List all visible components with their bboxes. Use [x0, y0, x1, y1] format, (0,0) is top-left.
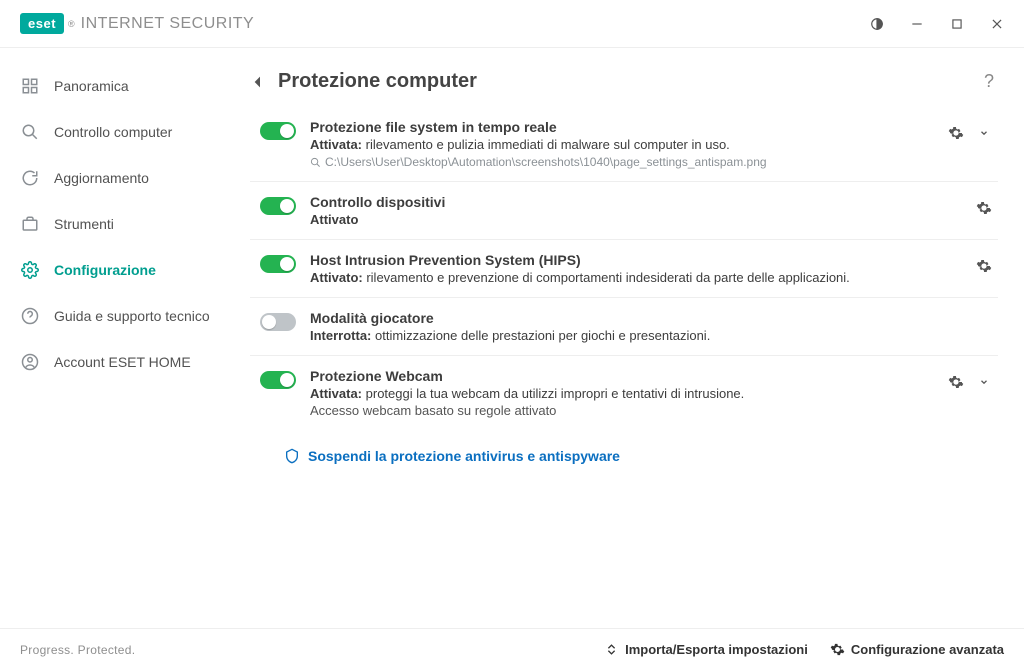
brand-badge: eset [20, 13, 64, 34]
overview-icon [20, 76, 40, 96]
setting-status: Attivata: proteggi la tua webcam da util… [310, 386, 930, 401]
footer: Progress. Protected. Importa/Esporta imp… [0, 628, 1024, 670]
sidebar: Panoramica Controllo computer Aggiorname… [0, 48, 240, 628]
setting-status: Attivata: rilevamento e pulizia immediat… [310, 137, 930, 152]
advanced-setup-label: Configurazione avanzata [851, 642, 1004, 657]
gear-icon [830, 642, 845, 657]
toggle-realtime-protection[interactable] [260, 122, 296, 140]
context-help-button[interactable]: ? [980, 71, 998, 92]
briefcase-icon [20, 214, 40, 234]
sidebar-item-label: Account ESET HOME [54, 354, 191, 371]
setting-title: Protezione file system in tempo reale [310, 119, 930, 135]
setting-title: Host Intrusion Prevention System (HIPS) [310, 252, 958, 268]
sidebar-item-label: Controllo computer [54, 124, 172, 141]
close-button[interactable] [988, 15, 1006, 33]
toggle-device-control[interactable] [260, 197, 296, 215]
contrast-icon[interactable] [868, 15, 886, 33]
sidebar-item-update[interactable]: Aggiornamento [8, 158, 232, 198]
minimize-button[interactable] [908, 15, 926, 33]
settings-gear-button[interactable] [944, 370, 968, 394]
refresh-icon [20, 168, 40, 188]
registered-mark: ® [68, 19, 75, 29]
sidebar-item-label: Aggiornamento [54, 170, 149, 187]
sidebar-item-overview[interactable]: Panoramica [8, 66, 232, 106]
setting-status: Attivato: rilevamento e prevenzione di c… [310, 270, 958, 285]
setting-title: Modalità giocatore [310, 310, 982, 326]
setting-subtext: Accesso webcam basato su regole attivato [310, 403, 930, 418]
window-controls [868, 15, 1012, 33]
suspend-protection-link[interactable]: Sospendi la protezione antivirus e antis… [250, 430, 998, 464]
toggle-webcam-protection[interactable] [260, 371, 296, 389]
shield-icon [284, 448, 300, 464]
setting-status: Interrotta: ottimizzazione delle prestaz… [310, 328, 982, 343]
sidebar-item-tools[interactable]: Strumenti [8, 204, 232, 244]
sidebar-item-label: Guida e supporto tecnico [54, 308, 210, 325]
settings-gear-button[interactable] [972, 196, 996, 220]
main-content: Protezione computer ? Protezione file sy… [240, 48, 1024, 628]
chevron-down-icon[interactable] [972, 370, 996, 394]
sidebar-item-setup[interactable]: Configurazione [8, 250, 232, 290]
setting-status: Attivato [310, 212, 958, 227]
setting-webcam-protection: Protezione Webcam Attivata: proteggi la … [250, 356, 998, 430]
import-export-label: Importa/Esporta impostazioni [625, 642, 808, 657]
setting-realtime-protection: Protezione file system in tempo reale At… [250, 107, 998, 182]
page-header: Protezione computer ? [250, 66, 998, 107]
sidebar-item-scan[interactable]: Controllo computer [8, 112, 232, 152]
sidebar-item-label: Strumenti [54, 216, 114, 233]
chevron-down-icon[interactable] [972, 121, 996, 145]
maximize-button[interactable] [948, 15, 966, 33]
gear-icon [20, 260, 40, 280]
sidebar-item-account[interactable]: Account ESET HOME [8, 342, 232, 382]
settings-gear-button[interactable] [972, 254, 996, 278]
import-export-button[interactable]: Importa/Esporta impostazioni [604, 642, 808, 657]
import-export-icon [604, 642, 619, 657]
toggle-gamer-mode[interactable] [260, 313, 296, 331]
toggle-hips[interactable] [260, 255, 296, 273]
setting-gamer-mode: Modalità giocatore Interrotta: ottimizza… [250, 298, 998, 356]
magnifier-icon [20, 122, 40, 142]
setting-title: Protezione Webcam [310, 368, 930, 384]
product-name: INTERNET SECURITY [81, 15, 255, 33]
settings-gear-button[interactable] [944, 121, 968, 145]
settings-list: Protezione file system in tempo reale At… [250, 107, 998, 430]
setting-title: Controllo dispositivi [310, 194, 958, 210]
suspend-protection-label: Sospendi la protezione antivirus e antis… [308, 448, 620, 464]
back-button[interactable] [250, 74, 266, 90]
help-icon [20, 306, 40, 326]
sidebar-item-label: Configurazione [54, 262, 156, 279]
titlebar: eset ® INTERNET SECURITY [0, 0, 1024, 48]
account-icon [20, 352, 40, 372]
sidebar-item-help[interactable]: Guida e supporto tecnico [8, 296, 232, 336]
sidebar-item-label: Panoramica [54, 78, 129, 95]
setting-scan-path: C:\Users\User\Desktop\Automation\screens… [310, 155, 930, 169]
setting-device-control: Controllo dispositivi Attivato [250, 182, 998, 240]
page-title: Protezione computer [278, 70, 968, 93]
setting-hips: Host Intrusion Prevention System (HIPS) … [250, 240, 998, 298]
footer-slogan: Progress. Protected. [20, 643, 135, 657]
advanced-setup-button[interactable]: Configurazione avanzata [830, 642, 1004, 657]
